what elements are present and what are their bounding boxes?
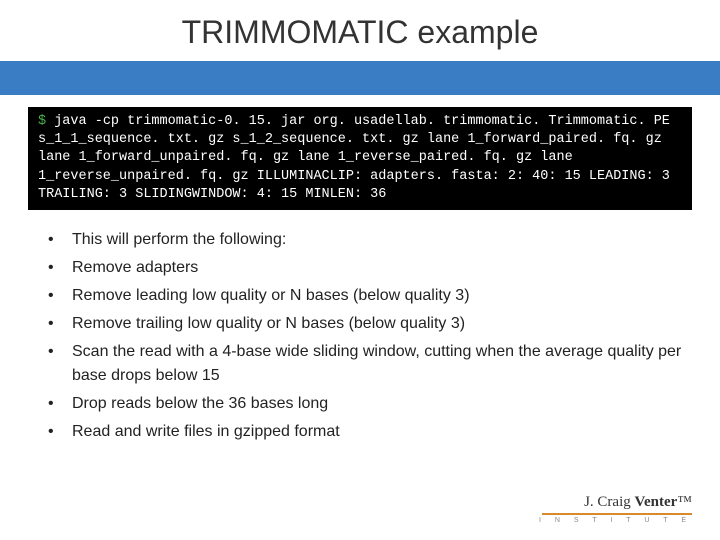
bullet-list: This will perform the following: Remove … (48, 228, 684, 444)
shell-prompt: $ (38, 114, 46, 129)
bullet-item: Read and write files in gzipped format (48, 420, 684, 444)
bullet-item: Remove trailing low quality or N bases (… (48, 312, 684, 336)
bullet-item: Drop reads below the 36 bases long (48, 392, 684, 416)
logo-divider (542, 513, 692, 515)
shell-command: java -cp trimmomatic-0. 15. jar org. usa… (38, 114, 678, 202)
bullet-item: Remove adapters (48, 256, 684, 280)
logo-subtitle: I N S T I T U T E (539, 517, 692, 524)
code-block: $ java -cp trimmomatic-0. 15. jar org. u… (28, 107, 692, 210)
title-underline-bar (0, 61, 720, 95)
bullet-item: This will perform the following: (48, 228, 684, 252)
slide-title: TRIMMOMATIC example (0, 0, 720, 61)
footer-logo: J. Craig Venter™ I N S T I T U T E (539, 494, 692, 524)
bullet-item: Remove leading low quality or N bases (b… (48, 284, 684, 308)
logo-name: J. Craig Venter™ (539, 494, 692, 511)
bullet-item: Scan the read with a 4-base wide sliding… (48, 340, 684, 388)
